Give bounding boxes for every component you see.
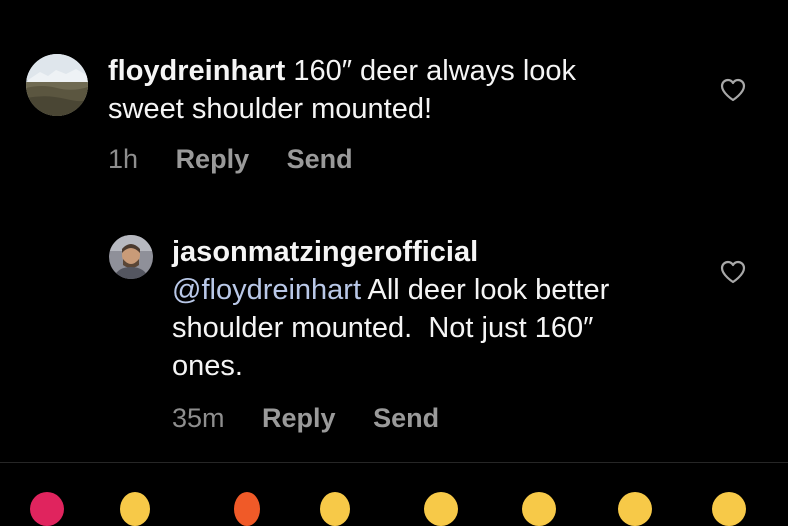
mention-link[interactable]: @floydreinhart [172, 274, 361, 306]
heart-outline-icon[interactable] [720, 78, 746, 102]
comment-timestamp: 1h [108, 144, 139, 174]
comment-timestamp: 35m [172, 403, 225, 433]
comment-meta: 1h Reply Send [108, 144, 353, 175]
comment-body-line: shoulder mounted. Not just 160″ [172, 312, 594, 344]
comment-text: floydreinhart 160″ deer always look swee… [108, 52, 668, 128]
comment-text: jasonmatzingerofficial @floydreinhart Al… [172, 233, 732, 385]
fire-emoji-icon[interactable] [234, 492, 260, 526]
comment-username[interactable]: floydreinhart [108, 55, 285, 87]
divider [0, 462, 788, 463]
laughing-face-emoji-icon[interactable] [712, 492, 746, 526]
red-heart-emoji-icon[interactable] [30, 492, 64, 526]
send-button[interactable]: Send [287, 144, 353, 175]
clap-emoji-icon[interactable] [320, 492, 350, 526]
reply-button[interactable]: Reply [176, 144, 250, 175]
avatar-image [26, 54, 88, 116]
raised-hands-emoji-icon[interactable] [120, 492, 150, 526]
heart-outline-icon[interactable] [720, 260, 746, 284]
avatar-image [109, 235, 153, 279]
heart-eyes-emoji-icon[interactable] [522, 492, 556, 526]
comment-meta: 35m Reply Send [172, 403, 439, 434]
surprised-face-emoji-icon[interactable] [618, 492, 652, 526]
comment-body-line: ones. [172, 350, 243, 382]
send-button[interactable]: Send [373, 403, 439, 434]
comment-username[interactable]: jasonmatzingerofficial [172, 233, 732, 271]
reply-button[interactable]: Reply [262, 403, 336, 434]
avatar[interactable] [26, 54, 88, 116]
comment-body-line: 160″ deer always look [293, 55, 577, 87]
comment-body-line: All deer look better [367, 274, 610, 306]
comment-body-line: sweet shoulder mounted! [108, 93, 433, 125]
sad-face-emoji-icon[interactable] [424, 492, 458, 526]
avatar[interactable] [109, 235, 153, 279]
